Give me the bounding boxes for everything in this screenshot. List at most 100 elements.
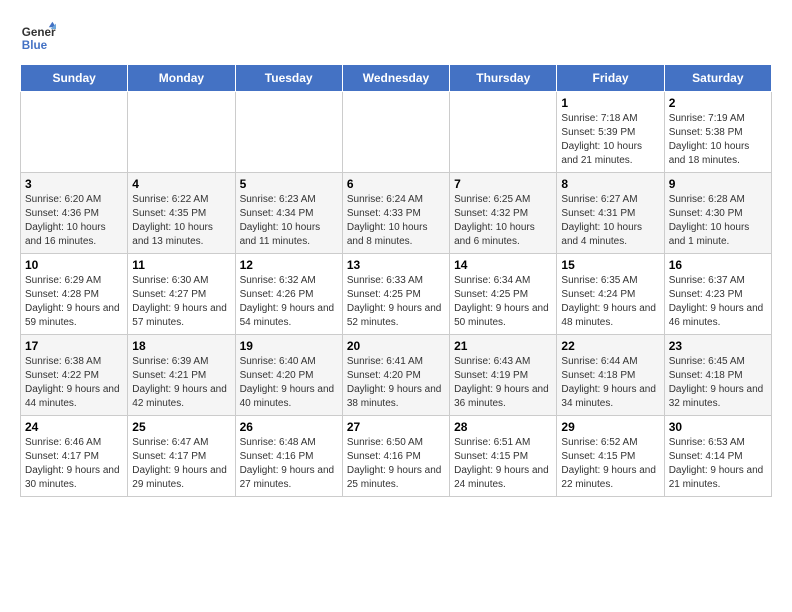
calendar-cell: 18 Sunrise: 6:39 AM Sunset: 4:21 PM Dayli… (128, 335, 235, 416)
day-number: 24 (25, 420, 123, 434)
calendar-cell: 13Sunrise: 6:33 AM Sunset: 4:25 PM Dayli… (342, 254, 449, 335)
day-info: Sunrise: 6:52 AM Sunset: 4:15 PM Dayligh… (561, 436, 659, 492)
calendar-cell: 4 Sunrise: 6:22 AM Sunset: 4:35 PM Daylig… (128, 173, 235, 254)
day-number: 25 (132, 420, 230, 434)
day-number: 22 (561, 339, 659, 353)
day-number: 28 (454, 420, 552, 434)
calendar-table: SundayMondayTuesdayWednesdayThursdayFrid… (20, 64, 772, 497)
day-number: 26 (240, 420, 338, 434)
day-number: 5 (240, 177, 338, 191)
calendar-cell: 22 Sunrise: 6:44 AM Sunset: 4:18 PM Dayli… (557, 335, 664, 416)
day-info: Sunrise: 7:18 AM Sunset: 5:39 PM Dayligh… (561, 112, 659, 168)
day-number: 3 (25, 177, 123, 191)
calendar-cell: 28 Sunrise: 6:51 AM Sunset: 4:15 PM Dayli… (450, 416, 557, 497)
day-number: 11 (132, 258, 230, 272)
day-info: Sunrise: 6:51 AM Sunset: 4:15 PM Dayligh… (454, 436, 552, 492)
day-number: 16 (669, 258, 767, 272)
calendar-cell: 16 Sunrise: 6:37 AM Sunset: 4:23 PM Dayli… (664, 254, 771, 335)
calendar-cell (235, 92, 342, 173)
day-info: Sunrise: 6:30 AM Sunset: 4:27 PM Dayligh… (132, 274, 230, 330)
day-info: Sunrise: 6:37 AM Sunset: 4:23 PM Dayligh… (669, 274, 767, 330)
day-info: Sunrise: 6:29 AM Sunset: 4:28 PM Dayligh… (25, 274, 123, 330)
day-info: Sunrise: 6:44 AM Sunset: 4:18 PM Dayligh… (561, 355, 659, 411)
day-number: 8 (561, 177, 659, 191)
calendar-cell: 1 Sunrise: 7:18 AM Sunset: 5:39 PM Daylig… (557, 92, 664, 173)
day-info: Sunrise: 6:24 AM Sunset: 4:33 PM Dayligh… (347, 193, 445, 249)
day-number: 21 (454, 339, 552, 353)
day-info: Sunrise: 6:46 AM Sunset: 4:17 PM Dayligh… (25, 436, 123, 492)
calendar-cell: 8 Sunrise: 6:27 AM Sunset: 4:31 PM Daylig… (557, 173, 664, 254)
day-number: 15 (561, 258, 659, 272)
header: General Blue (20, 20, 772, 56)
day-number: 4 (132, 177, 230, 191)
day-info: Sunrise: 6:48 AM Sunset: 4:16 PM Dayligh… (240, 436, 338, 492)
calendar-cell: 20 Sunrise: 6:41 AM Sunset: 4:20 PM Dayli… (342, 335, 449, 416)
column-header-saturday: Saturday (664, 65, 771, 92)
calendar-cell: 29 Sunrise: 6:52 AM Sunset: 4:15 PM Dayli… (557, 416, 664, 497)
day-number: 12 (240, 258, 338, 272)
day-number: 17 (25, 339, 123, 353)
day-number: 23 (669, 339, 767, 353)
calendar-cell: 14Sunrise: 6:34 AM Sunset: 4:25 PM Dayli… (450, 254, 557, 335)
calendar-cell (342, 92, 449, 173)
calendar-cell: 30 Sunrise: 6:53 AM Sunset: 4:14 PM Dayli… (664, 416, 771, 497)
day-number: 2 (669, 96, 767, 110)
calendar-cell: 10 Sunrise: 6:29 AM Sunset: 4:28 PM Dayli… (21, 254, 128, 335)
day-number: 18 (132, 339, 230, 353)
calendar-cell: 25 Sunrise: 6:47 AM Sunset: 4:17 PM Dayli… (128, 416, 235, 497)
day-info: Sunrise: 6:20 AM Sunset: 4:36 PM Dayligh… (25, 193, 123, 249)
calendar-cell: 15 Sunrise: 6:35 AM Sunset: 4:24 PM Dayli… (557, 254, 664, 335)
day-number: 7 (454, 177, 552, 191)
day-number: 1 (561, 96, 659, 110)
calendar-cell (128, 92, 235, 173)
day-number: 29 (561, 420, 659, 434)
svg-text:General: General (22, 26, 56, 39)
day-info: Sunrise: 6:38 AM Sunset: 4:22 PM Dayligh… (25, 355, 123, 411)
calendar-cell: 5 Sunrise: 6:23 AM Sunset: 4:34 PM Daylig… (235, 173, 342, 254)
day-number: 9 (669, 177, 767, 191)
day-info: Sunrise: 6:43 AM Sunset: 4:19 PM Dayligh… (454, 355, 552, 411)
calendar-cell: 11 Sunrise: 6:30 AM Sunset: 4:27 PM Dayli… (128, 254, 235, 335)
calendar-cell: 7 Sunrise: 6:25 AM Sunset: 4:32 PM Daylig… (450, 173, 557, 254)
day-number: 14 (454, 258, 552, 272)
column-header-sunday: Sunday (21, 65, 128, 92)
day-number: 10 (25, 258, 123, 272)
day-info: Sunrise: 6:41 AM Sunset: 4:20 PM Dayligh… (347, 355, 445, 411)
day-number: 20 (347, 339, 445, 353)
day-info: Sunrise: 6:53 AM Sunset: 4:14 PM Dayligh… (669, 436, 767, 492)
column-header-thursday: Thursday (450, 65, 557, 92)
calendar-cell: 3 Sunrise: 6:20 AM Sunset: 4:36 PM Daylig… (21, 173, 128, 254)
calendar-cell: 2 Sunrise: 7:19 AM Sunset: 5:38 PM Daylig… (664, 92, 771, 173)
day-info: Sunrise: 6:23 AM Sunset: 4:34 PM Dayligh… (240, 193, 338, 249)
calendar-cell: 6 Sunrise: 6:24 AM Sunset: 4:33 PM Daylig… (342, 173, 449, 254)
day-info: Sunrise: 6:45 AM Sunset: 4:18 PM Dayligh… (669, 355, 767, 411)
calendar-cell: 21 Sunrise: 6:43 AM Sunset: 4:19 PM Dayli… (450, 335, 557, 416)
logo: General Blue (20, 20, 56, 56)
day-info: Sunrise: 6:47 AM Sunset: 4:17 PM Dayligh… (132, 436, 230, 492)
day-info: Sunrise: 6:33 AM Sunset: 4:25 PM Dayligh… (347, 274, 445, 330)
day-number: 30 (669, 420, 767, 434)
day-info: Sunrise: 6:50 AM Sunset: 4:16 PM Dayligh… (347, 436, 445, 492)
calendar-cell: 9 Sunrise: 6:28 AM Sunset: 4:30 PM Daylig… (664, 173, 771, 254)
day-info: Sunrise: 6:40 AM Sunset: 4:20 PM Dayligh… (240, 355, 338, 411)
column-header-tuesday: Tuesday (235, 65, 342, 92)
calendar-cell: 19 Sunrise: 6:40 AM Sunset: 4:20 PM Dayli… (235, 335, 342, 416)
day-info: Sunrise: 6:22 AM Sunset: 4:35 PM Dayligh… (132, 193, 230, 249)
column-header-friday: Friday (557, 65, 664, 92)
day-number: 6 (347, 177, 445, 191)
day-info: Sunrise: 6:39 AM Sunset: 4:21 PM Dayligh… (132, 355, 230, 411)
calendar-cell: 26 Sunrise: 6:48 AM Sunset: 4:16 PM Dayli… (235, 416, 342, 497)
day-info: Sunrise: 6:35 AM Sunset: 4:24 PM Dayligh… (561, 274, 659, 330)
column-header-monday: Monday (128, 65, 235, 92)
day-info: Sunrise: 7:19 AM Sunset: 5:38 PM Dayligh… (669, 112, 767, 168)
day-number: 19 (240, 339, 338, 353)
calendar-cell: 17 Sunrise: 6:38 AM Sunset: 4:22 PM Dayli… (21, 335, 128, 416)
day-info: Sunrise: 6:25 AM Sunset: 4:32 PM Dayligh… (454, 193, 552, 249)
day-info: Sunrise: 6:28 AM Sunset: 4:30 PM Dayligh… (669, 193, 767, 249)
calendar-cell: 23 Sunrise: 6:45 AM Sunset: 4:18 PM Dayli… (664, 335, 771, 416)
calendar-cell (450, 92, 557, 173)
calendar-cell: 27Sunrise: 6:50 AM Sunset: 4:16 PM Dayli… (342, 416, 449, 497)
calendar-cell (21, 92, 128, 173)
calendar-cell: 24 Sunrise: 6:46 AM Sunset: 4:17 PM Dayli… (21, 416, 128, 497)
day-info: Sunrise: 6:27 AM Sunset: 4:31 PM Dayligh… (561, 193, 659, 249)
